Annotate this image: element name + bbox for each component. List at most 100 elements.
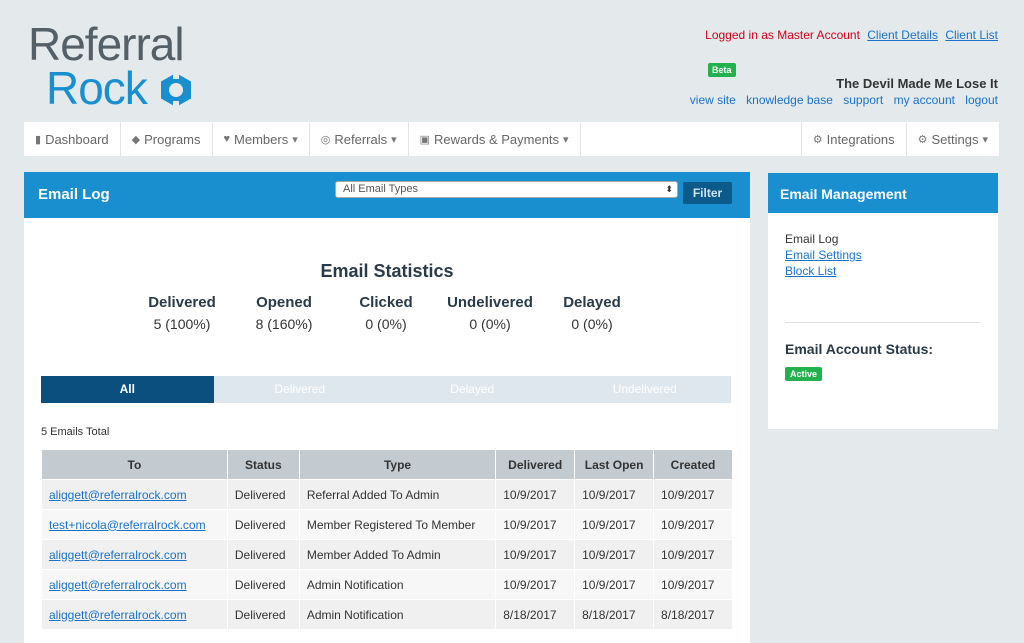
cell-type: Admin Notification	[298, 599, 497, 630]
nav-referrals[interactable]: ◎ Referrals ▾	[310, 122, 409, 156]
email-account-status-title: Email Account Status:	[785, 341, 934, 357]
tab-all[interactable]: All	[41, 376, 214, 403]
nav-referrals-label: Referrals	[334, 131, 388, 147]
email-link[interactable]: test+nicola@referralrock.com	[49, 518, 206, 532]
login-info: Logged in as Master Account Client Detai…	[705, 28, 998, 42]
stat-delayed: Delayed 0 (0%)	[552, 294, 632, 332]
col-status[interactable]: Status	[226, 449, 300, 480]
table-row: aliggett@referralrock.com Delivered Admi…	[41, 599, 733, 630]
email-type-select-value: All Email Types	[343, 183, 418, 195]
cell-status: Delivered	[226, 479, 300, 510]
my-account-link[interactable]: my account	[894, 93, 955, 107]
email-log-header: Email Log All Email Types ⬍ Filter	[24, 172, 750, 218]
email-table: To Status Type Delivered Last Open Creat…	[41, 449, 733, 630]
heart-icon: ♥	[223, 133, 231, 145]
filter-button[interactable]: Filter	[683, 182, 732, 204]
target-icon: ◎	[320, 133, 331, 146]
client-list-link[interactable]: Client List	[945, 28, 998, 42]
tab-undelivered[interactable]: Undelivered	[559, 376, 732, 403]
support-link[interactable]: support	[843, 93, 883, 107]
email-link[interactable]: aliggett@referralrock.com	[49, 608, 187, 622]
email-link[interactable]: aliggett@referralrock.com	[49, 578, 187, 592]
cell-delivered: 10/9/2017	[495, 569, 576, 600]
gear-icon: ⚙	[917, 133, 928, 146]
nav-dashboard[interactable]: ▮ Dashboard	[24, 122, 121, 156]
nav-rewards[interactable]: ▣ Rewards & Payments ▾	[409, 122, 581, 156]
logo[interactable]: Referral Rock	[28, 20, 218, 112]
stat-label: Delayed	[563, 294, 621, 311]
cell-to: aliggett@referralrock.com	[41, 479, 228, 510]
logged-in-text: Logged in as Master Account	[705, 28, 860, 42]
nav-integrations[interactable]: ⚙ Integrations	[802, 122, 907, 156]
email-type-select[interactable]: All Email Types ⬍	[335, 181, 678, 198]
email-log-title: Email Log	[38, 186, 110, 203]
email-settings-link[interactable]: Email Settings	[785, 247, 862, 263]
cell-last-open: 10/9/2017	[574, 539, 655, 570]
cell-type: Member Added To Admin	[298, 539, 497, 570]
logo-text-referral: Referral	[28, 18, 185, 70]
nav-spacer	[581, 122, 802, 156]
cogs-icon: ⚙	[812, 133, 823, 146]
email-link[interactable]: aliggett@referralrock.com	[49, 548, 187, 562]
stat-value: 5 (100%)	[153, 316, 211, 332]
tab-delayed[interactable]: Delayed	[386, 376, 559, 403]
nav-settings[interactable]: ⚙ Settings ▾	[907, 122, 999, 156]
cell-last-open: 10/9/2017	[574, 509, 655, 540]
cell-last-open: 10/9/2017	[574, 569, 655, 600]
cell-type: Referral Added To Admin	[298, 479, 497, 510]
stat-value: 0 (0%)	[571, 316, 613, 332]
nav-members[interactable]: ♥ Members ▾	[213, 122, 310, 156]
nav-members-label: Members	[234, 131, 289, 147]
stat-clicked: Clicked 0 (0%)	[346, 294, 426, 332]
col-to[interactable]: To	[41, 449, 228, 480]
table-row: aliggett@referralrock.com Delivered Admi…	[41, 569, 733, 600]
caret-down-icon: ▾	[292, 133, 298, 146]
divider	[785, 322, 981, 323]
client-details-link[interactable]: Client Details	[867, 28, 938, 42]
nav-programs[interactable]: ◆ Programs	[121, 122, 213, 156]
cell-to: test+nicola@referralrock.com	[41, 509, 228, 540]
logo-text-rock: Rock	[46, 62, 148, 114]
stat-label: Opened	[256, 294, 312, 311]
cell-last-open: 8/18/2017	[574, 599, 655, 630]
main-nav: ▮ Dashboard ◆ Programs ♥ Members ▾ ◎ Ref…	[24, 122, 999, 156]
logout-link[interactable]: logout	[965, 93, 998, 107]
knowledge-base-link[interactable]: knowledge base	[746, 93, 833, 107]
tab-delivered[interactable]: Delivered	[214, 376, 387, 403]
col-type[interactable]: Type	[298, 449, 497, 480]
col-delivered[interactable]: Delivered	[495, 449, 576, 480]
cell-created: 8/18/2017	[653, 599, 733, 630]
stat-label: Delivered	[148, 294, 216, 311]
table-row: aliggett@referralrock.com Delivered Refe…	[41, 479, 733, 510]
cell-status: Delivered	[226, 599, 300, 630]
nav-rewards-label: Rewards & Payments	[434, 131, 560, 147]
nav-integrations-label: Integrations	[826, 131, 895, 147]
col-last-open[interactable]: Last Open	[574, 449, 655, 480]
nav-programs-label: Programs	[144, 131, 201, 147]
table-row: aliggett@referralrock.com Delivered Memb…	[41, 539, 733, 570]
nav-dashboard-label: Dashboard	[45, 131, 109, 147]
cell-status: Delivered	[226, 509, 300, 540]
cell-to: aliggett@referralrock.com	[41, 569, 228, 600]
view-site-link[interactable]: view site	[690, 93, 736, 107]
cell-type: Member Registered To Member	[298, 509, 497, 540]
stat-delivered: Delivered 5 (100%)	[142, 294, 222, 332]
email-management-panel: Email Management Email Log Email Setting…	[768, 173, 998, 429]
cell-to: aliggett@referralrock.com	[41, 539, 228, 570]
tag-icon: ◆	[131, 133, 141, 146]
caret-down-icon: ▾	[982, 133, 988, 146]
email-link[interactable]: aliggett@referralrock.com	[49, 488, 187, 502]
caret-down-icon: ▾	[563, 133, 569, 146]
account-links: view site knowledge base support my acco…	[683, 93, 998, 107]
table-row: test+nicola@referralrock.com Delivered M…	[41, 509, 733, 540]
cell-delivered: 10/9/2017	[495, 539, 576, 570]
email-log-panel: Email Log All Email Types ⬍ Filter Email…	[24, 172, 750, 643]
col-created[interactable]: Created	[653, 449, 733, 480]
status-badge: Active	[785, 367, 823, 381]
cell-delivered: 10/9/2017	[495, 479, 576, 510]
block-list-link[interactable]: Block List	[785, 263, 862, 279]
cell-created: 10/9/2017	[653, 569, 733, 600]
cell-status: Delivered	[226, 569, 300, 600]
nav-settings-label: Settings	[931, 131, 979, 147]
cell-status: Delivered	[226, 539, 300, 570]
